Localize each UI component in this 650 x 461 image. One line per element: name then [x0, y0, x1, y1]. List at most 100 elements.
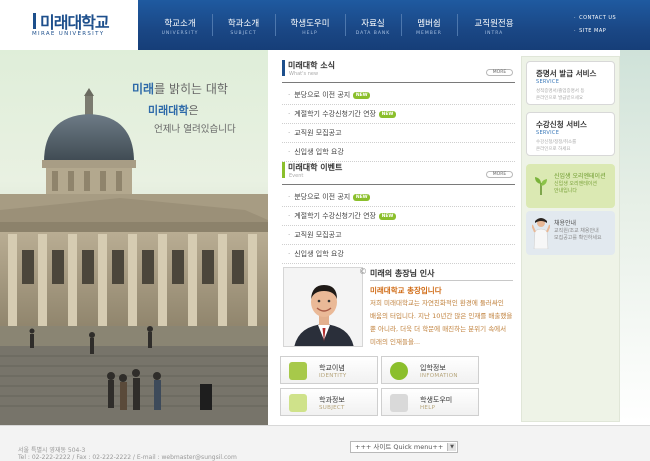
card-subtitle: SERVICE [536, 79, 560, 85]
university-building-illustration [0, 88, 268, 425]
nav-sublabel: UNIVERSITY [161, 31, 199, 36]
tagline-highlight: 미래 [132, 82, 155, 96]
nav-sublabel: MEMBER [416, 31, 442, 36]
person-icon [531, 217, 551, 250]
nav-label: 학교소개 [164, 19, 196, 29]
course-registration-card[interactable]: 수강신청 서비스 SERVICE 수강신청/정정/취소를 온라인으로 하세요 [526, 112, 615, 156]
news-board-title: 미래대학 소식 [288, 61, 335, 70]
news-item[interactable]: · 분당으로 이전 공지 NEW [282, 86, 515, 105]
divider [370, 280, 513, 281]
nav-item-intra[interactable]: 교직원전용 INTRA [458, 0, 530, 50]
event-item-text: 신입생 입학 요강 [294, 250, 344, 258]
event-item-text: 계절학기 수강신청기간 연장 [294, 212, 376, 220]
president-portrait [284, 268, 362, 346]
decorative-background [620, 50, 650, 422]
nav-label: 교직원전용 [474, 19, 514, 29]
logo-title: 미래대학교 [40, 13, 110, 32]
event-item[interactable]: · 계절학기 수강신청기간 연장 NEW [282, 207, 515, 226]
quick-sublabel: SUBJECT [319, 405, 345, 411]
site-map-link[interactable]: SITE MAP [574, 28, 606, 34]
certificate-service-card[interactable]: 증명서 발급 서비스 SERVICE 성적증명서/졸업증명서 등 온라인으로 발급… [526, 61, 615, 105]
card-description: 수강신청/정정/취소를 온라인으로 하세요 [536, 140, 577, 152]
document-icon [289, 394, 307, 412]
event-more-button[interactable]: MORE [486, 171, 513, 178]
student-help-button[interactable]: 학생도우미 HELP [381, 388, 479, 416]
nav-label: 학과소개 [227, 19, 260, 29]
quick-menu-select[interactable]: +++ 사이트 Quick menu++ ▼ [350, 441, 458, 453]
card-title: 채용안내 [554, 220, 577, 227]
tagline-line-2: 미래대학은 [148, 102, 199, 118]
nav-sublabel: INTRA [484, 31, 504, 36]
event-board-title: 미래대학 이벤트 [288, 163, 343, 172]
logo-subtitle: MIRAE UNIVERSITY [32, 31, 105, 37]
board-marker [282, 60, 285, 76]
new-badge: NEW [353, 91, 371, 99]
copyright-icon: © [359, 267, 367, 276]
quick-menu-value: +++ 사이트 Quick menu++ [355, 443, 444, 451]
orientation-card[interactable]: 신입생 오리엔테이션 신입생 오리엔테이션 안내입니다 [526, 164, 615, 208]
quick-sublabel: HELP [420, 405, 436, 411]
card-description: 교직원/조교 채용안내 모집공고를 확인하세요 [554, 228, 602, 241]
footer-address: 서울 특별시 영재동 504-3 [18, 447, 86, 454]
hero-banner: 미래를 밝히는 대학 미래대학은 언제나 열려있습니다 [0, 50, 268, 425]
news-list: · 분당으로 이전 공지 NEW · 계절학기 수강신청기간 연장 NEW · 교직원 모… [282, 86, 515, 162]
event-item[interactable]: · 분당으로 이전 공지 NEW [282, 188, 515, 207]
news-item-text: 신입생 입학 요강 [294, 148, 344, 156]
divider [282, 184, 515, 185]
greeting-text: 저희 미래대학교는 자연친화적인 환경에 둘러싸인 배움의 터입니다. 지난 1… [370, 299, 513, 346]
card-title: 신입생 오리엔테이션 [554, 173, 606, 180]
nav-sublabel: HELP [302, 31, 318, 36]
event-item-text: 분당으로 이전 공지 [294, 193, 351, 201]
nav-item-data-bank[interactable]: 자료실 DATA BANK [346, 0, 400, 50]
nav-item-help[interactable]: 학생도우미 HELP [276, 0, 344, 50]
quick-label: 학생도우미 [420, 396, 453, 404]
subject-info-button[interactable]: 학과정보 SUBJECT [280, 388, 378, 416]
recruitment-card[interactable]: 채용안내 교직원/조교 채용안내 모집공고를 확인하세요 [526, 211, 615, 255]
news-more-button[interactable]: MORE [486, 69, 513, 76]
nav-item-subject[interactable]: 학과소개 SUBJECT [213, 0, 274, 50]
news-item[interactable]: · 신입생 입학 요강 [282, 143, 515, 162]
greeting-heading: 미래대학교 총장입니다 [370, 286, 442, 295]
quick-sublabel: INFOMATION [420, 373, 458, 379]
card-description: 신입생 오리엔테이션 안내입니다 [554, 181, 597, 194]
header: 미래대학교 MIRAE UNIVERSITY 학교소개 UNIVERSITY 학… [0, 0, 650, 50]
contact-us-link[interactable]: CONTACT US [574, 15, 616, 21]
nav-label: 자료실 [361, 19, 385, 29]
event-item[interactable]: · 신입생 입학 요강 [282, 245, 515, 264]
sprout-icon [534, 175, 548, 195]
news-board-subtitle: What's new [289, 71, 319, 77]
logo[interactable]: 미래대학교 MIRAE UNIVERSITY [0, 0, 138, 50]
book-icon [289, 362, 307, 380]
president-photo [283, 267, 363, 347]
chevron-down-icon[interactable]: ▼ [447, 443, 456, 451]
tagline-line-1: 미래를 밝히는 대학 [132, 80, 228, 97]
tagline-line-3: 언제나 열려있습니다 [154, 124, 236, 135]
new-badge: NEW [378, 110, 396, 118]
tagline-highlight: 미래대학 [148, 104, 189, 117]
nav-sublabel: DATA BANK [355, 31, 391, 36]
nav-item-member[interactable]: 멤버쉽 MEMBER [402, 0, 456, 50]
divider [282, 82, 515, 83]
event-item-text: 교직원 모집공고 [294, 231, 342, 239]
card-title: 수강신청 서비스 [536, 120, 587, 129]
news-item[interactable]: · 교직원 모집공고 [282, 124, 515, 143]
news-item[interactable]: · 계절학기 수강신청기간 연장 NEW [282, 105, 515, 124]
identity-button[interactable]: 학교이념 IDENTITY [280, 356, 378, 384]
new-badge: NEW [378, 212, 396, 220]
event-item[interactable]: · 교직원 모집공고 [282, 226, 515, 245]
logo-mark [33, 13, 36, 29]
event-board: 미래대학 이벤트 Event MORE · 분당으로 이전 공지 NEW · 계절학기… [282, 162, 515, 264]
card-title: 증명서 발급 서비스 [536, 69, 597, 78]
admission-info-button[interactable]: 입학정보 INFOMATION [381, 356, 479, 384]
greeting-title: 미래의 총장님 인사 [370, 269, 435, 278]
footer: 서울 특별시 영재동 504-3 Tel : 02-222-2222 / Fax… [0, 425, 650, 461]
event-board-subtitle: Event [289, 173, 304, 179]
news-item-text: 분당으로 이전 공지 [294, 91, 351, 99]
footer-contact: Tel : 02-222-2222 / Fax : 02-222-2222 / … [18, 454, 237, 461]
nav-label: 학생도우미 [290, 19, 330, 29]
nav-item-university[interactable]: 학교소개 UNIVERSITY [149, 0, 211, 50]
news-item-text: 계절학기 수강신청기간 연장 [294, 110, 376, 118]
nav-sublabel: SUBJECT [230, 31, 257, 36]
board-marker [282, 162, 285, 178]
news-board: 미래대학 소식 What's new MORE · 분당으로 이전 공지 NEW ·… [282, 60, 515, 162]
